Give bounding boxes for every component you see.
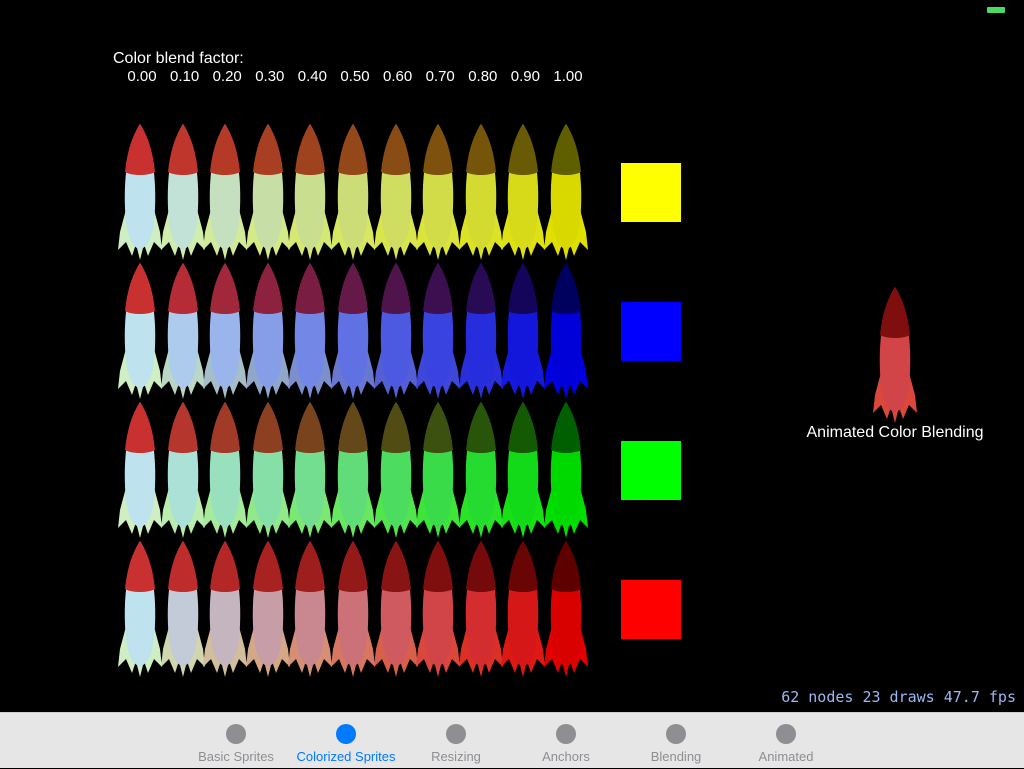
battery-icon	[987, 7, 1005, 13]
blend-factor-label: 0.60	[382, 68, 413, 85]
rocket-sprite	[373, 539, 418, 679]
rocket-sprite	[501, 122, 546, 262]
rocket-sprite	[118, 539, 162, 679]
tab-basic-sprites[interactable]: Basic Sprites	[181, 713, 291, 769]
rocket-sprite	[416, 400, 461, 540]
rocket-sprite	[458, 400, 503, 540]
rocket-sprite	[203, 539, 248, 679]
tab-label: Animated	[758, 749, 814, 764]
rocket-sprite	[458, 122, 503, 262]
rocket-sprite	[544, 122, 588, 262]
rocket-sprite	[416, 539, 461, 679]
tab-anchors[interactable]: Anchors	[511, 713, 621, 769]
blend-factor-label: 0.80	[468, 68, 498, 85]
tab-circle-icon	[556, 724, 576, 744]
tab-circle-icon	[226, 724, 246, 744]
rocket-sprite	[203, 261, 248, 401]
sprite-scene: Color blend factor: 0.00 0.10 0.20 0.30 0.40…	[0, 0, 1024, 712]
rocket-sprite	[288, 400, 333, 540]
blend-factor-label: 1.00	[553, 68, 583, 85]
rocket-sprite	[203, 400, 248, 540]
rocket-sprite	[118, 261, 162, 401]
rocket-sprite	[331, 261, 375, 401]
color-swatch-blue	[621, 302, 681, 361]
rocket-sprite	[501, 261, 546, 401]
debug-stats: 62 nodes 23 draws 47.7 fps	[781, 688, 1016, 706]
color-swatch-green	[621, 441, 681, 500]
tab-blending[interactable]: Blending	[621, 713, 731, 769]
blend-factor-label: 0.50	[340, 68, 370, 85]
blend-factor-label: 0.90	[510, 68, 540, 85]
tab-circle-icon	[336, 724, 356, 744]
blend-factor-label: 0.30	[255, 68, 285, 85]
color-swatch-red	[621, 580, 681, 639]
tab-bar: Basic Sprites Colorized Sprites Resizing An…	[0, 712, 1024, 768]
rocket-sprite	[331, 122, 375, 262]
rocket-sprite	[160, 122, 205, 262]
tab-resizing[interactable]: Resizing	[401, 713, 511, 769]
blend-factor-label: 0.20	[212, 68, 242, 85]
animated-rocket-sprite	[873, 285, 917, 425]
tab-colorized-sprites[interactable]: Colorized Sprites	[291, 713, 401, 769]
color-swatch-yellow	[621, 163, 681, 222]
rocket-sprite	[160, 539, 205, 679]
rocket-sprite	[118, 400, 162, 540]
rocket-sprite	[288, 261, 333, 401]
tab-circle-icon	[776, 724, 796, 744]
rocket-sprite	[416, 261, 461, 401]
rocket-sprite	[245, 539, 290, 679]
rocket-sprite	[288, 539, 333, 679]
rocket-sprite	[331, 400, 375, 540]
rocket-sprite	[118, 122, 162, 262]
rocket-sprite	[544, 539, 588, 679]
rocket-sprite	[288, 122, 333, 262]
rocket-sprite	[331, 539, 375, 679]
rocket-sprite	[501, 400, 546, 540]
tab-animated[interactable]: Animated	[731, 713, 841, 769]
animated-color-blending-label: Animated Color Blending	[806, 424, 984, 441]
rocket-sprite	[544, 261, 588, 401]
rocket-sprite	[245, 122, 290, 262]
rocket-sprite	[203, 122, 248, 262]
blend-factor-title: Color blend factor:	[113, 50, 244, 67]
rocket-sprite	[373, 261, 418, 401]
tab-circle-icon	[446, 724, 466, 744]
blend-factor-label: 0.40	[297, 68, 327, 85]
blend-factor-label: 0.10	[169, 68, 200, 85]
rocket-sprite	[544, 400, 588, 540]
rocket-sprite	[160, 261, 205, 401]
rocket-sprite	[458, 539, 503, 679]
tab-circle-icon	[666, 724, 686, 744]
rocket-sprite	[245, 400, 290, 540]
rocket-sprite	[160, 400, 205, 540]
rocket-sprite	[373, 400, 418, 540]
rocket-sprite	[245, 261, 290, 401]
blend-factor-label: 0.00	[127, 68, 157, 85]
rocket-sprite	[373, 122, 418, 262]
blend-factor-label: 0.70	[425, 68, 455, 85]
rocket-sprite	[458, 261, 503, 401]
rocket-sprite	[501, 539, 546, 679]
rocket-sprite	[416, 122, 461, 262]
